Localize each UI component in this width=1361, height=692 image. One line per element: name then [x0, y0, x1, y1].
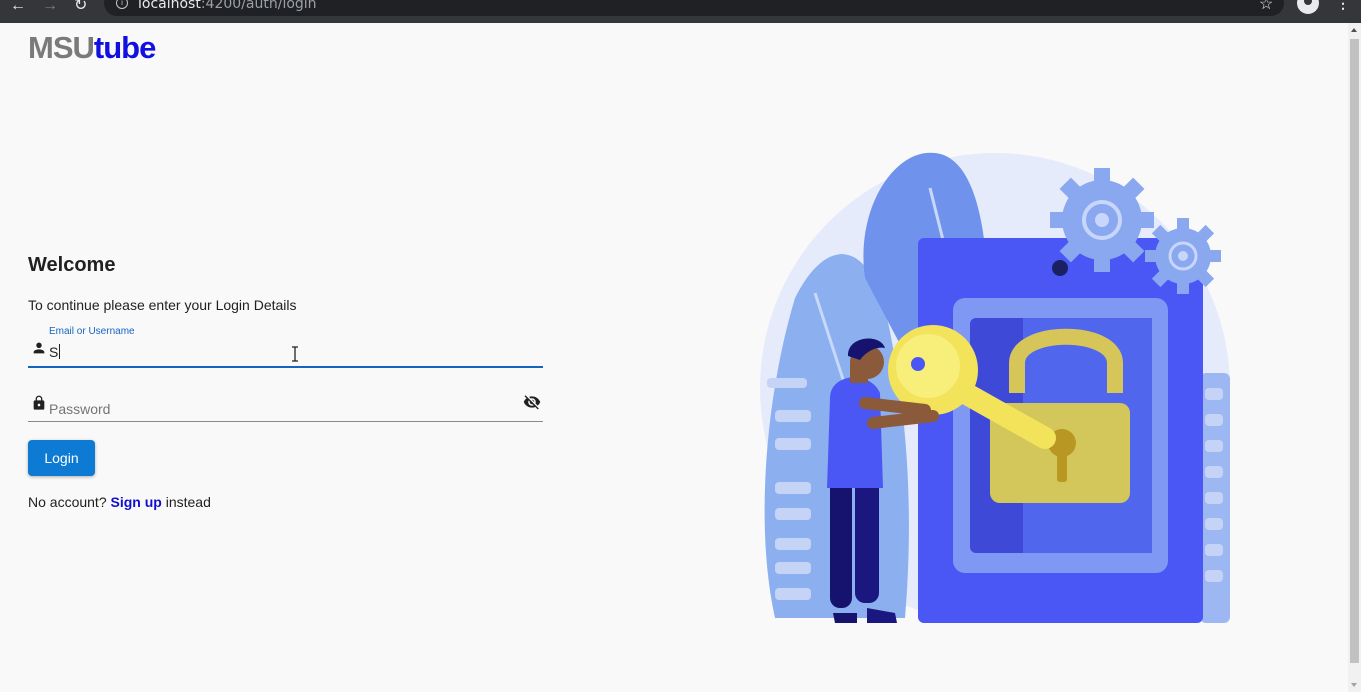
- password-input[interactable]: Password: [49, 401, 110, 417]
- page-title: Welcome: [28, 254, 116, 276]
- illustration-bolt: [1052, 260, 1068, 276]
- forward-icon[interactable]: →: [42, 0, 58, 14]
- signup-suffix: instead: [165, 494, 211, 510]
- signup-prefix: No account?: [28, 494, 107, 510]
- email-field[interactable]: Email or Username S: [28, 326, 543, 368]
- text-caret: [59, 344, 61, 359]
- eye-off-icon[interactable]: [521, 393, 543, 416]
- scroll-up-arrow-icon[interactable]: [1351, 28, 1357, 32]
- reload-icon[interactable]: ↻: [74, 0, 87, 14]
- signup-prompt: No account? Sign up instead: [28, 494, 211, 510]
- login-button[interactable]: Login: [28, 440, 95, 476]
- scroll-thumb[interactable]: [1350, 39, 1359, 663]
- login-illustration: [760, 152, 1230, 623]
- password-field[interactable]: Password: [28, 390, 543, 422]
- ibeam-cursor-icon: [291, 346, 299, 362]
- login-subtitle: To continue please enter your Login Deta…: [28, 297, 297, 313]
- logo-msu: MSU: [28, 30, 95, 65]
- email-input[interactable]: S: [49, 344, 61, 360]
- back-icon[interactable]: ←: [10, 0, 26, 14]
- page-scrollbar[interactable]: [1348, 23, 1361, 692]
- email-field-label: Email or Username: [49, 326, 135, 337]
- profile-avatar-icon[interactable]: [1297, 0, 1319, 14]
- browser-toolbar: ← → ↻ i localhost:4200/auth/login ☆ ⋮: [0, 0, 1361, 23]
- illustration-gear-large: [1050, 168, 1154, 272]
- logo-tube: tube: [93, 30, 156, 65]
- url-text: localhost:4200/auth/login: [138, 0, 317, 12]
- menu-kebab-icon[interactable]: ⋮: [1336, 0, 1350, 12]
- scroll-down-arrow-icon[interactable]: [1351, 683, 1357, 687]
- person-icon: [31, 340, 47, 361]
- signup-link[interactable]: Sign up: [111, 494, 162, 510]
- bookmark-star-icon[interactable]: ☆: [1259, 0, 1273, 14]
- lock-icon: [31, 393, 47, 418]
- illustration-gear-small: [1145, 218, 1221, 294]
- app-logo[interactable]: MSUtube: [28, 30, 156, 66]
